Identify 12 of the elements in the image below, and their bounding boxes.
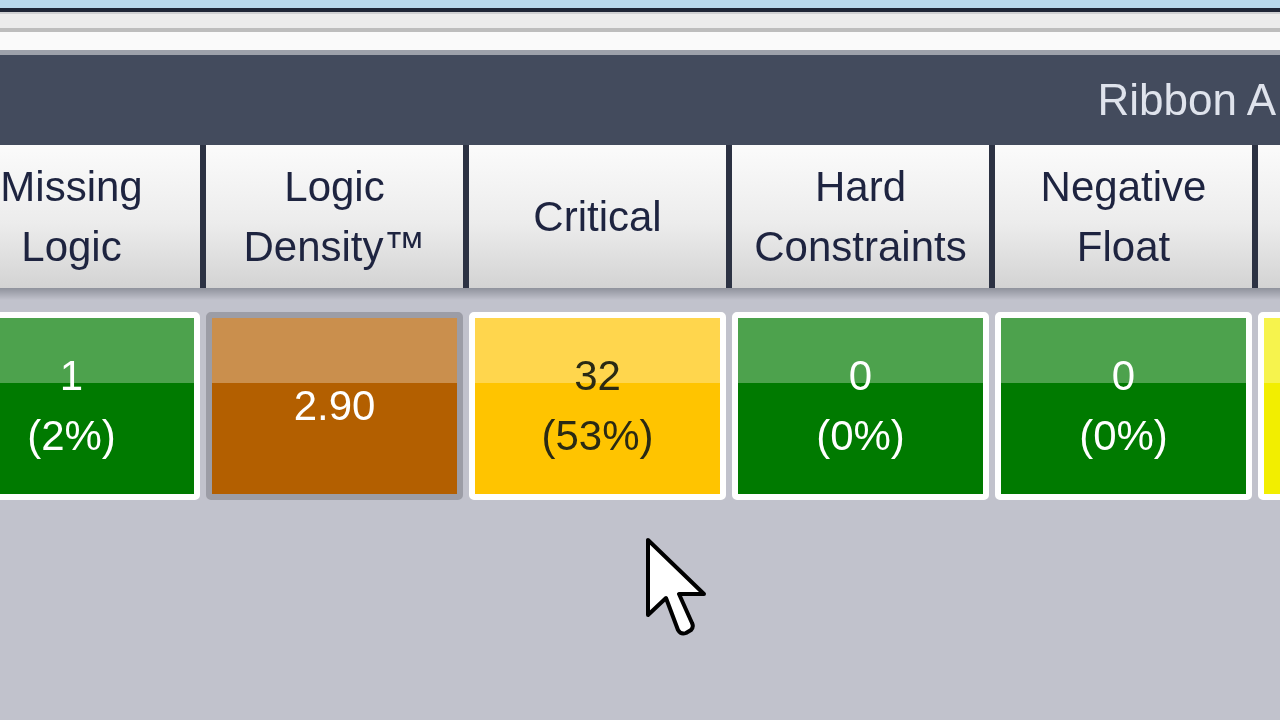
- metric-tile[interactable]: 0 (0%): [995, 312, 1252, 500]
- metric-tile[interactable]: 32 (53%): [469, 312, 726, 500]
- column-header-label: Missing Logic: [0, 161, 143, 272]
- column-header-label: Hard Constraints: [754, 161, 967, 272]
- cursor-icon: [645, 537, 707, 637]
- metric-tile[interactable]: 0 (0%): [732, 312, 989, 500]
- metric-tile[interactable]: 1 (2%): [0, 312, 200, 500]
- metric-tile[interactable]: 2.90: [206, 312, 463, 500]
- column-header-label: Logic Density™: [243, 161, 426, 272]
- column-header-label: Negative Float: [1040, 161, 1207, 272]
- column-header-label: Critical: [533, 191, 662, 242]
- ribbon-title: Ribbon A: [1097, 75, 1276, 125]
